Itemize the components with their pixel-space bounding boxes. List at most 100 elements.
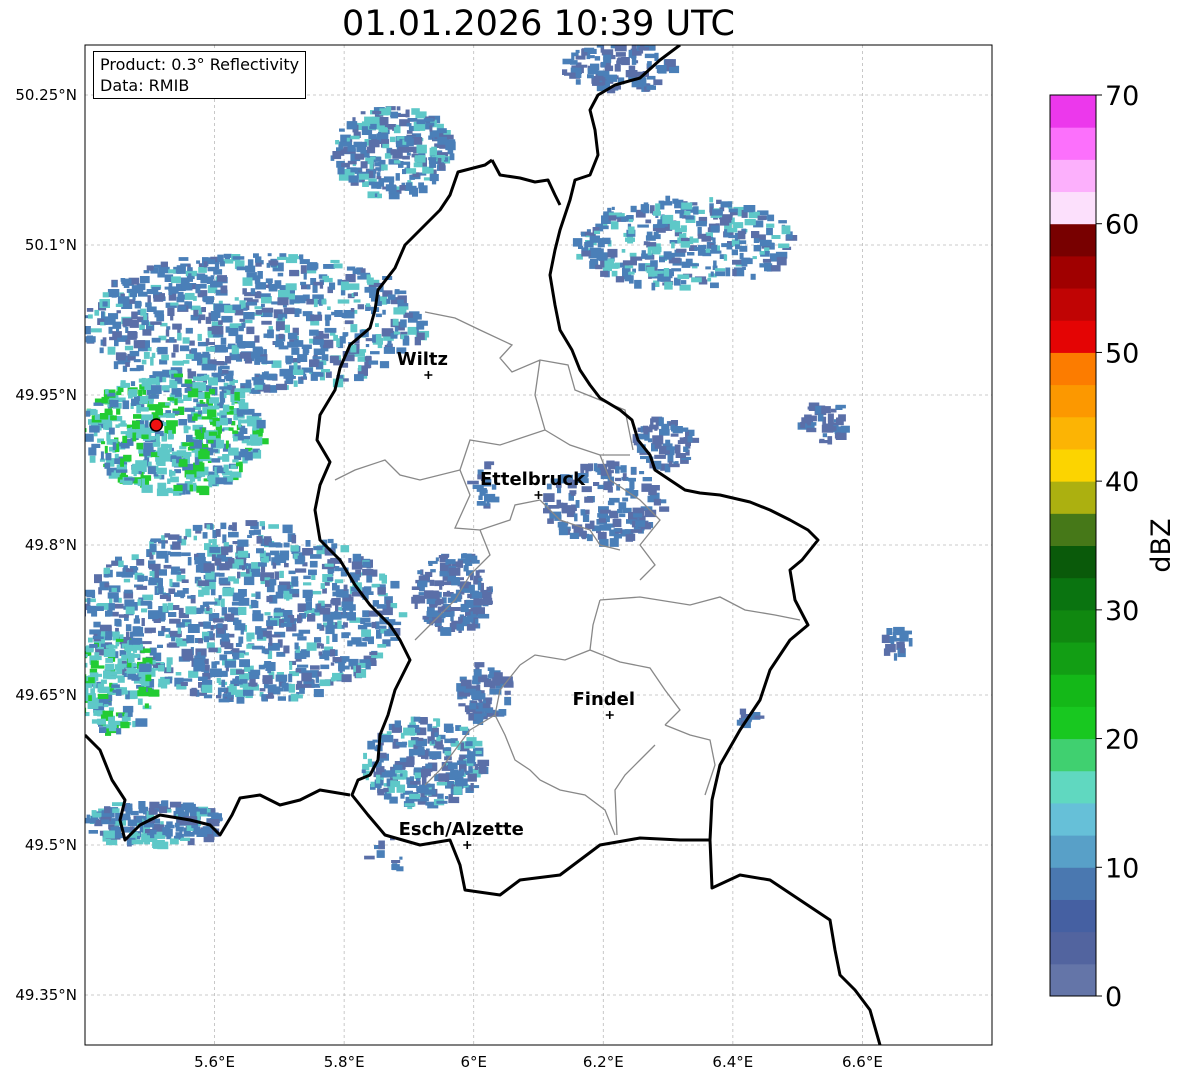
echo-cell: [335, 140, 340, 145]
echo-cell: [186, 635, 195, 644]
echo-cell: [437, 606, 442, 614]
echo-cell: [257, 271, 263, 279]
echo-cell: [139, 324, 145, 330]
echo-cell: [386, 298, 391, 304]
echo-cell: [114, 664, 121, 671]
echo-cell: [217, 254, 224, 262]
echo-cell: [177, 305, 187, 311]
colorbar-segment: [1050, 738, 1096, 772]
echo-cell: [157, 644, 163, 648]
echo-cell: [125, 606, 135, 615]
echo-cell: [899, 644, 905, 654]
echo-cell: [372, 739, 379, 743]
echo-cell: [450, 607, 461, 611]
echo-cell: [477, 613, 490, 619]
echo-cell: [192, 524, 203, 531]
echo-cell: [178, 419, 188, 426]
radar-site-icon: [149, 418, 164, 432]
echo-cell: [183, 426, 191, 430]
echo-cell: [275, 674, 288, 682]
echo-cell: [260, 572, 265, 581]
colorbar-segment: [1050, 255, 1096, 289]
echo-cell: [232, 379, 238, 383]
echo-cell: [893, 653, 898, 661]
echo-cell: [261, 320, 272, 325]
echo-cell: [618, 502, 627, 510]
echo-cell: [101, 819, 110, 825]
echo-cell: [377, 587, 386, 595]
echo-cell: [100, 679, 107, 684]
echo-cell: [285, 355, 294, 363]
echo-cell: [754, 715, 765, 719]
echo-cell: [412, 137, 423, 145]
echo-cell: [393, 331, 400, 335]
data-source-label: Data: RMIB: [100, 76, 190, 95]
echo-cell: [268, 326, 273, 330]
echo-cell: [181, 648, 193, 658]
echo-cell: [361, 121, 371, 127]
colorbar-segment: [1050, 642, 1096, 675]
echo-cell: [255, 591, 261, 600]
echo-cell: [99, 347, 104, 354]
echo-cell: [325, 371, 332, 378]
echo-cell: [428, 562, 433, 566]
echo-cell: [628, 226, 635, 234]
echo-cell: [639, 471, 645, 475]
echo-cell: [200, 605, 204, 614]
echo-cell: [360, 620, 366, 624]
echo-cell: [256, 419, 266, 429]
echo-cell: [329, 282, 336, 290]
echo-cell: [480, 674, 487, 679]
colorbar-segment: [1050, 931, 1096, 965]
echo-cell: [289, 661, 293, 670]
echo-cell: [444, 738, 456, 744]
echo-cell: [324, 277, 333, 283]
echo-cell: [354, 374, 364, 382]
echo-cell: [220, 598, 225, 607]
echo-cell: [220, 546, 233, 553]
echo-cell: [346, 121, 358, 130]
echo-cell: [196, 273, 206, 280]
echo-cell: [111, 684, 120, 688]
lat-tick-label: 49.65°N: [15, 686, 77, 704]
echo-cell: [220, 285, 228, 294]
echo-cell: [314, 637, 322, 643]
colorbar-segment: [1050, 513, 1096, 546]
echo-cell: [210, 523, 214, 530]
echo-cell: [369, 163, 374, 170]
echo-cell: [835, 432, 847, 440]
echo-cell: [292, 593, 299, 597]
echo-cell: [597, 70, 610, 76]
echo-cell: [390, 580, 400, 589]
echo-cell: [268, 542, 281, 548]
echo-cell: [208, 377, 218, 386]
colorbar-segment: [1050, 545, 1096, 579]
echo-cell: [600, 509, 611, 514]
echo-cell: [469, 703, 477, 710]
echo-cell: [642, 209, 650, 214]
echo-cell: [696, 220, 707, 227]
echo-cell: [362, 610, 370, 617]
echo-cell: [168, 269, 176, 274]
echo-cell: [585, 509, 590, 515]
echo-cell: [635, 520, 646, 527]
echo-cell: [701, 235, 711, 242]
echo-cell: [144, 703, 149, 709]
echo-cell: [424, 789, 436, 795]
echo-cell: [368, 360, 379, 365]
echo-cell: [742, 266, 746, 270]
colorbar-segment: [1050, 609, 1096, 643]
echo-cell: [122, 435, 128, 443]
echo-cell: [106, 564, 112, 568]
echo-cell: [274, 571, 280, 580]
echo-cell: [286, 617, 291, 624]
echo-cell: [353, 299, 361, 303]
colorbar-segment: [1050, 288, 1096, 321]
echo-cell: [241, 565, 245, 571]
echo-cell: [336, 338, 340, 348]
echo-cell: [743, 205, 756, 213]
echo-cell: [390, 111, 399, 119]
echo-cell: [150, 538, 161, 542]
echo-cell: [449, 153, 455, 161]
echo-cell: [487, 667, 495, 671]
